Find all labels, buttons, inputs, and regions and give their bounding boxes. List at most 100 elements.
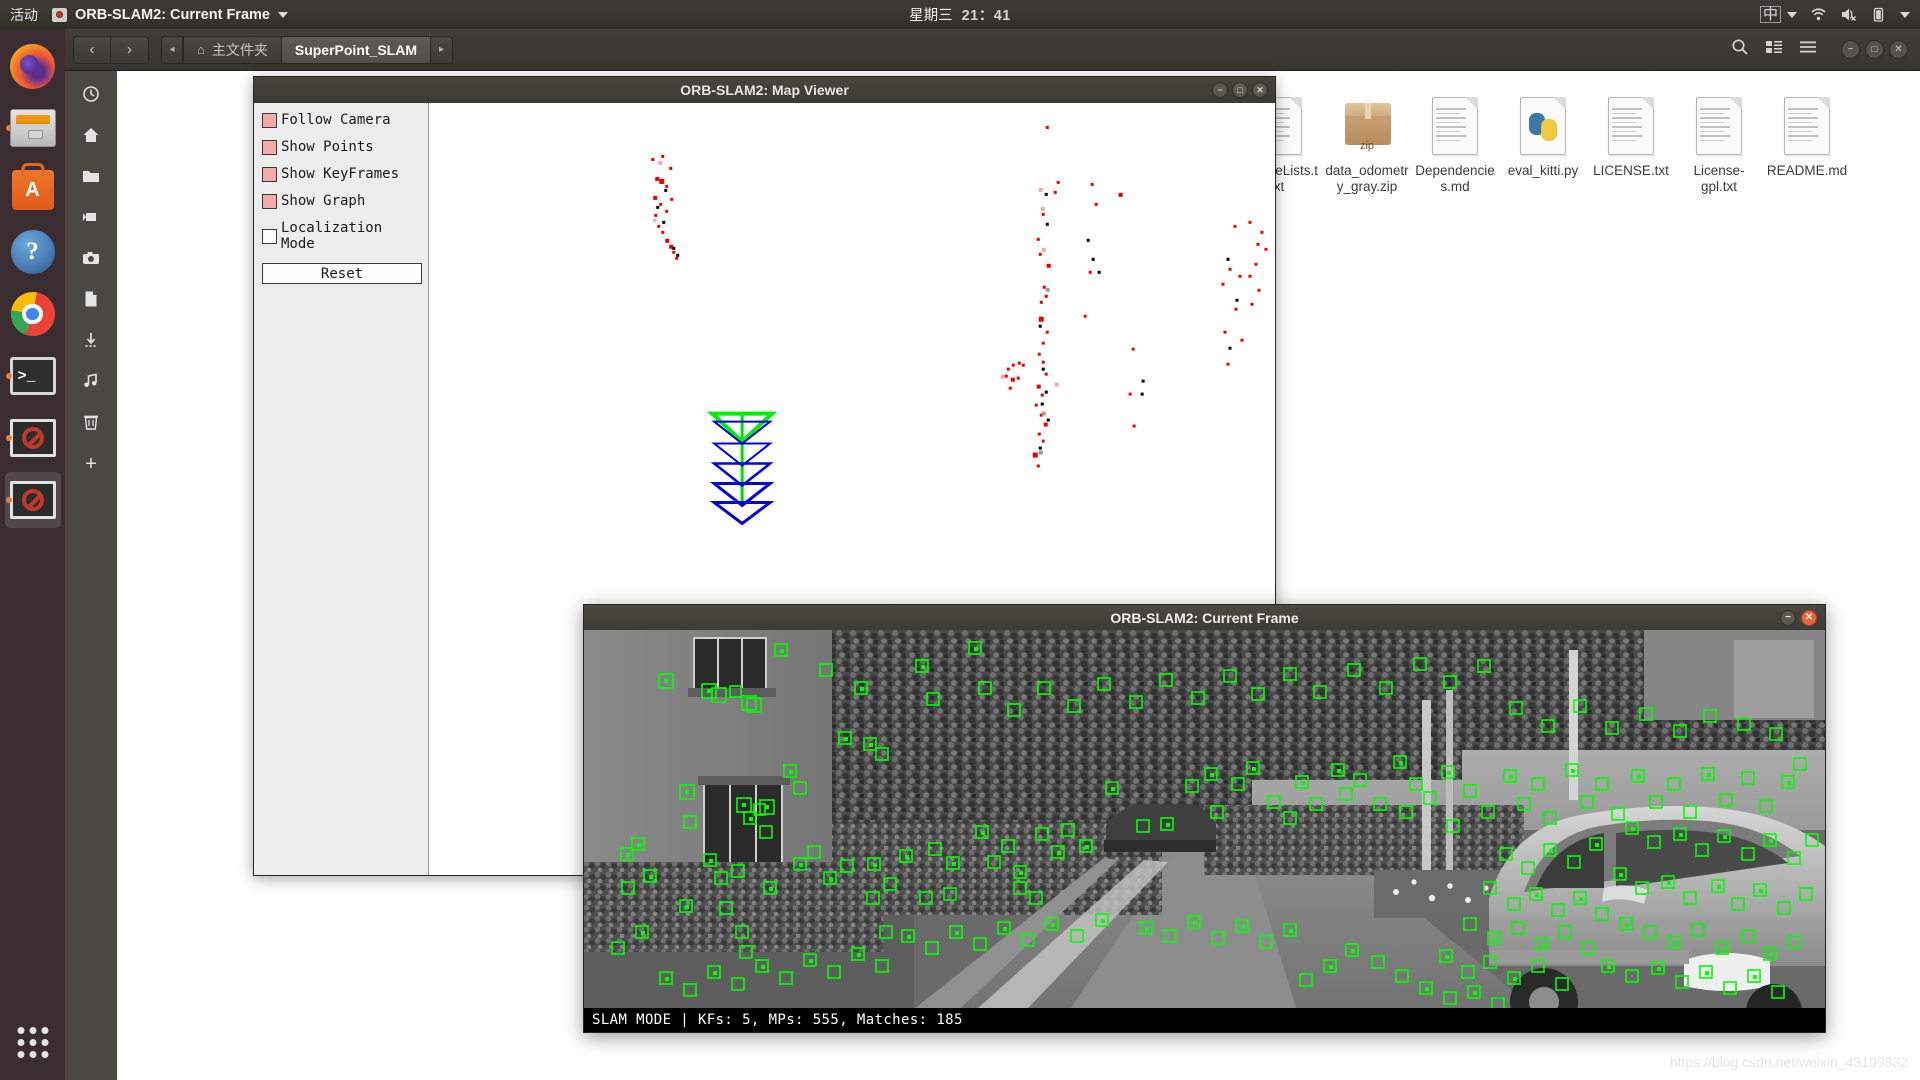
file-label: data_odometry_gray.zip — [1325, 163, 1409, 195]
checkbox-label: Show Graph — [281, 193, 365, 209]
headerbar-actions: − □ ✕ — [1731, 38, 1912, 61]
checkbox-label: Localization Mode — [281, 220, 422, 252]
caret-down-icon — [1787, 12, 1797, 18]
gnome-top-bar: 活动 ORB-SLAM2: Current Frame 星期三 21：41 中 — [0, 0, 1920, 29]
files-icon — [10, 109, 56, 147]
file-item-readme-md[interactable]: README.md — [1763, 91, 1851, 195]
text-file-icon — [1781, 95, 1833, 157]
window-controls: − ✕ — [1780, 610, 1817, 626]
checkbox-follow-camera[interactable]: Follow Camera — [262, 112, 422, 128]
downloads-icon[interactable] — [82, 331, 100, 352]
no-entry-app-icon — [10, 419, 56, 457]
menu-caret-icon[interactable] — [278, 12, 288, 18]
pictures-camera-icon[interactable] — [82, 249, 100, 270]
file-label: LICENSE.txt — [1593, 163, 1669, 179]
trash-icon[interactable] — [82, 413, 100, 434]
dock-item-firefox[interactable] — [5, 38, 61, 94]
dock-item-orbslam-map-viewer[interactable] — [5, 410, 61, 466]
breadcrumb-label: SuperPoint_SLAM — [295, 42, 417, 58]
videos-icon[interactable] — [82, 208, 100, 229]
checkbox-show-keyframes[interactable]: Show KeyFrames — [262, 166, 422, 182]
checkbox-icon — [262, 167, 277, 182]
home-icon: ⌂ — [197, 42, 205, 57]
home-icon[interactable] — [82, 126, 100, 147]
current-frame-titlebar[interactable]: ORB-SLAM2: Current Frame − ✕ — [583, 604, 1826, 630]
minimize-button[interactable]: − — [1841, 40, 1860, 59]
clock-menu[interactable]: 星期三 21：41 — [909, 4, 1011, 25]
documents-folder-icon[interactable] — [82, 167, 100, 188]
breadcrumb-item-superpoint-slam[interactable]: SuperPoint_SLAM — [282, 36, 431, 64]
checkbox-label: Show KeyFrames — [281, 166, 399, 182]
current-frame-body[interactable]: SLAM MODE | KFs: 5, MPs: 555, Matches: 1… — [583, 630, 1826, 1033]
maximize-button[interactable]: □ — [1232, 82, 1248, 98]
map-viewer-title: ORB-SLAM2: Map Viewer — [680, 82, 849, 98]
map-viewer-titlebar[interactable]: ORB-SLAM2: Map Viewer − □ ✕ — [253, 76, 1276, 103]
documents-file-icon[interactable] — [82, 290, 100, 311]
clock-time: 21：41 — [962, 4, 1011, 25]
search-icon[interactable] — [1731, 38, 1749, 61]
show-applications-button[interactable] — [17, 1027, 48, 1058]
checkbox-icon — [262, 140, 277, 155]
map-points-layer — [651, 126, 1267, 468]
maximize-button[interactable]: □ — [1865, 40, 1884, 59]
checkbox-show-graph[interactable]: Show Graph — [262, 193, 422, 209]
close-button[interactable]: ✕ — [1252, 82, 1268, 98]
breadcrumb-item-home[interactable]: ⌂ 主文件夹 — [183, 36, 282, 64]
activities-button[interactable]: 活动 — [0, 5, 52, 25]
active-app-title: ORB-SLAM2: Current Frame — [75, 7, 270, 23]
map-viewer-control-panel: Follow Camera Show Points Show KeyFrames… — [254, 103, 429, 875]
running-indicator — [6, 435, 12, 441]
back-button[interactable]: ‹ — [73, 36, 111, 64]
text-file-icon — [1605, 95, 1657, 157]
close-button[interactable]: ✕ — [1801, 610, 1817, 626]
text-file-icon — [1693, 95, 1745, 157]
desktop-screen: 活动 ORB-SLAM2: Current Frame 星期三 21：41 中 — [0, 0, 1920, 1080]
no-entry-app-icon — [10, 481, 56, 519]
reset-button[interactable]: Reset — [262, 263, 422, 284]
slam-app-icon — [52, 8, 67, 22]
dock-item-files[interactable] — [5, 100, 61, 156]
minimize-button[interactable]: − — [1780, 610, 1796, 626]
current-frame-title: ORB-SLAM2: Current Frame — [1110, 610, 1298, 626]
checkbox-localization-mode[interactable]: Localization Mode — [262, 220, 422, 252]
input-method-indicator[interactable]: 中 — [1760, 6, 1797, 23]
path-scroll-right-icon[interactable]: ▸ — [431, 36, 453, 64]
system-menu-caret-icon[interactable] — [1900, 12, 1910, 18]
view-toggle-icon[interactable] — [1765, 38, 1783, 61]
minimize-button[interactable]: − — [1212, 82, 1228, 98]
zip-badge-label: zip — [1341, 140, 1393, 152]
current-frame-window: ORB-SLAM2: Current Frame − ✕ — [583, 604, 1826, 1033]
add-bookmark-icon[interactable]: + — [85, 454, 97, 474]
ime-label: 中 — [1760, 6, 1781, 23]
watermark-text: https://blog.csdn.net/weixin_43199832 — [1670, 1054, 1908, 1070]
file-manager-sidebar: + — [65, 71, 117, 1080]
recent-icon[interactable] — [82, 85, 100, 106]
path-scroll-left-icon[interactable]: ◂ — [161, 36, 183, 64]
checkbox-show-points[interactable]: Show Points — [262, 139, 422, 155]
file-item-eval-kitti-py[interactable]: eval_kitti.py — [1499, 91, 1587, 195]
system-indicators: 中 — [1760, 6, 1910, 23]
software-center-icon: A — [12, 170, 54, 210]
music-icon[interactable] — [82, 372, 100, 393]
file-item-license-gpl-txt[interactable]: License-gpl.txt — [1675, 91, 1763, 195]
dock-item-orbslam-current-frame[interactable] — [5, 472, 61, 528]
checkbox-icon — [262, 113, 277, 128]
ubuntu-dock: A ? >_ — [0, 29, 65, 1080]
file-item-dependencies-md[interactable]: Dependencies.md — [1411, 91, 1499, 195]
checkbox-icon — [262, 194, 277, 209]
dock-item-help[interactable]: ? — [5, 224, 61, 280]
help-icon: ? — [11, 230, 55, 274]
close-button[interactable]: ✕ — [1889, 40, 1908, 59]
file-item-data-odometry-gray-zip[interactable]: zip data_odometry_gray.zip — [1323, 91, 1411, 195]
file-manager-headerbar: ‹ › ◂ ⌂ 主文件夹 SuperPoint_SLAM ▸ — [65, 29, 1920, 71]
hamburger-menu-icon[interactable] — [1799, 38, 1817, 61]
forward-button[interactable]: › — [111, 36, 149, 64]
running-indicator — [6, 373, 12, 379]
zip-archive-file-icon: zip — [1341, 95, 1393, 157]
file-item-license-txt[interactable]: LICENSE.txt — [1587, 91, 1675, 195]
running-indicator — [6, 497, 12, 503]
dock-item-chrome[interactable] — [5, 286, 61, 342]
dock-item-terminal[interactable]: >_ — [5, 348, 61, 404]
dock-item-software[interactable]: A — [5, 162, 61, 218]
active-app-menu[interactable]: ORB-SLAM2: Current Frame — [52, 7, 288, 23]
